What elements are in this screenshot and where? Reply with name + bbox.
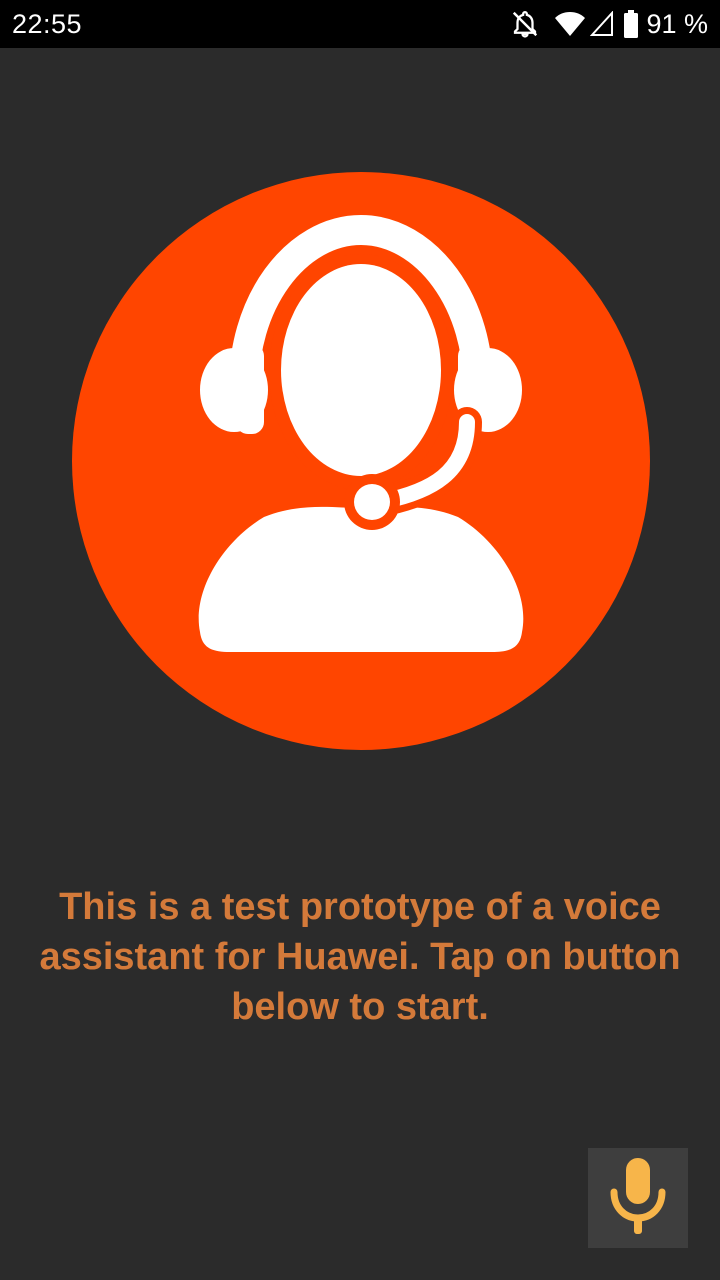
status-icons: 91 % — [510, 0, 708, 48]
intro-text: This is a test prototype of a voice assi… — [39, 886, 681, 1028]
notifications-off-icon — [510, 9, 540, 39]
status-time: 22:55 — [12, 9, 83, 39]
battery-icon — [624, 10, 639, 38]
microphone-icon — [608, 1156, 668, 1241]
battery-percent: 91 % — [646, 8, 708, 39]
main-content: This is a test prototype of a voice assi… — [0, 48, 720, 1280]
customer-support-headset-icon — [72, 172, 650, 750]
status-bar: 22:55 91 % — [0, 0, 720, 48]
signal-icon — [590, 11, 614, 37]
microphone-button[interactable] — [588, 1148, 688, 1248]
wifi-icon — [554, 11, 586, 37]
